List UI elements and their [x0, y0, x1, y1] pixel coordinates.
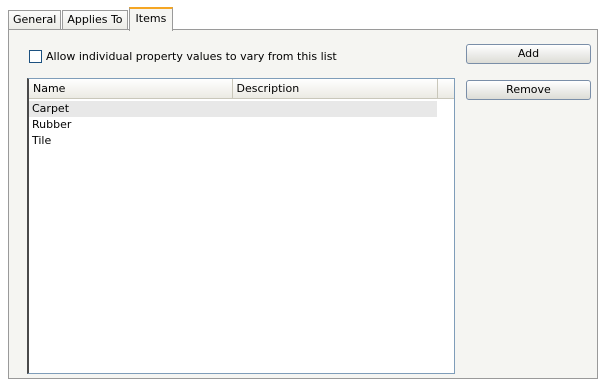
list-item[interactable]: Carpet [29, 101, 437, 117]
tab-general[interactable]: General [8, 10, 62, 30]
list-item[interactable]: Tile [29, 133, 437, 149]
column-header-name[interactable]: Name [29, 79, 233, 98]
tab-items[interactable]: Items [128, 7, 174, 31]
tab-strip: General Applies To Items [8, 6, 174, 31]
allow-vary-label[interactable]: Allow individual property values to vary… [46, 50, 337, 63]
items-list[interactable]: Name Description Carpet Rubber Tile [27, 78, 455, 374]
tab-panel: Allow individual property values to vary… [8, 29, 598, 379]
tab-applies-to[interactable]: Applies To [62, 10, 128, 30]
list-header: Name Description [29, 79, 454, 99]
add-button[interactable]: Add [466, 44, 591, 64]
allow-vary-checkbox-row[interactable]: Allow individual property values to vary… [29, 50, 337, 63]
remove-button[interactable]: Remove [466, 80, 591, 100]
allow-vary-checkbox[interactable] [29, 50, 42, 63]
list-item[interactable]: Rubber [29, 117, 437, 133]
column-header-filler [438, 79, 454, 98]
column-header-description[interactable]: Description [233, 79, 439, 98]
